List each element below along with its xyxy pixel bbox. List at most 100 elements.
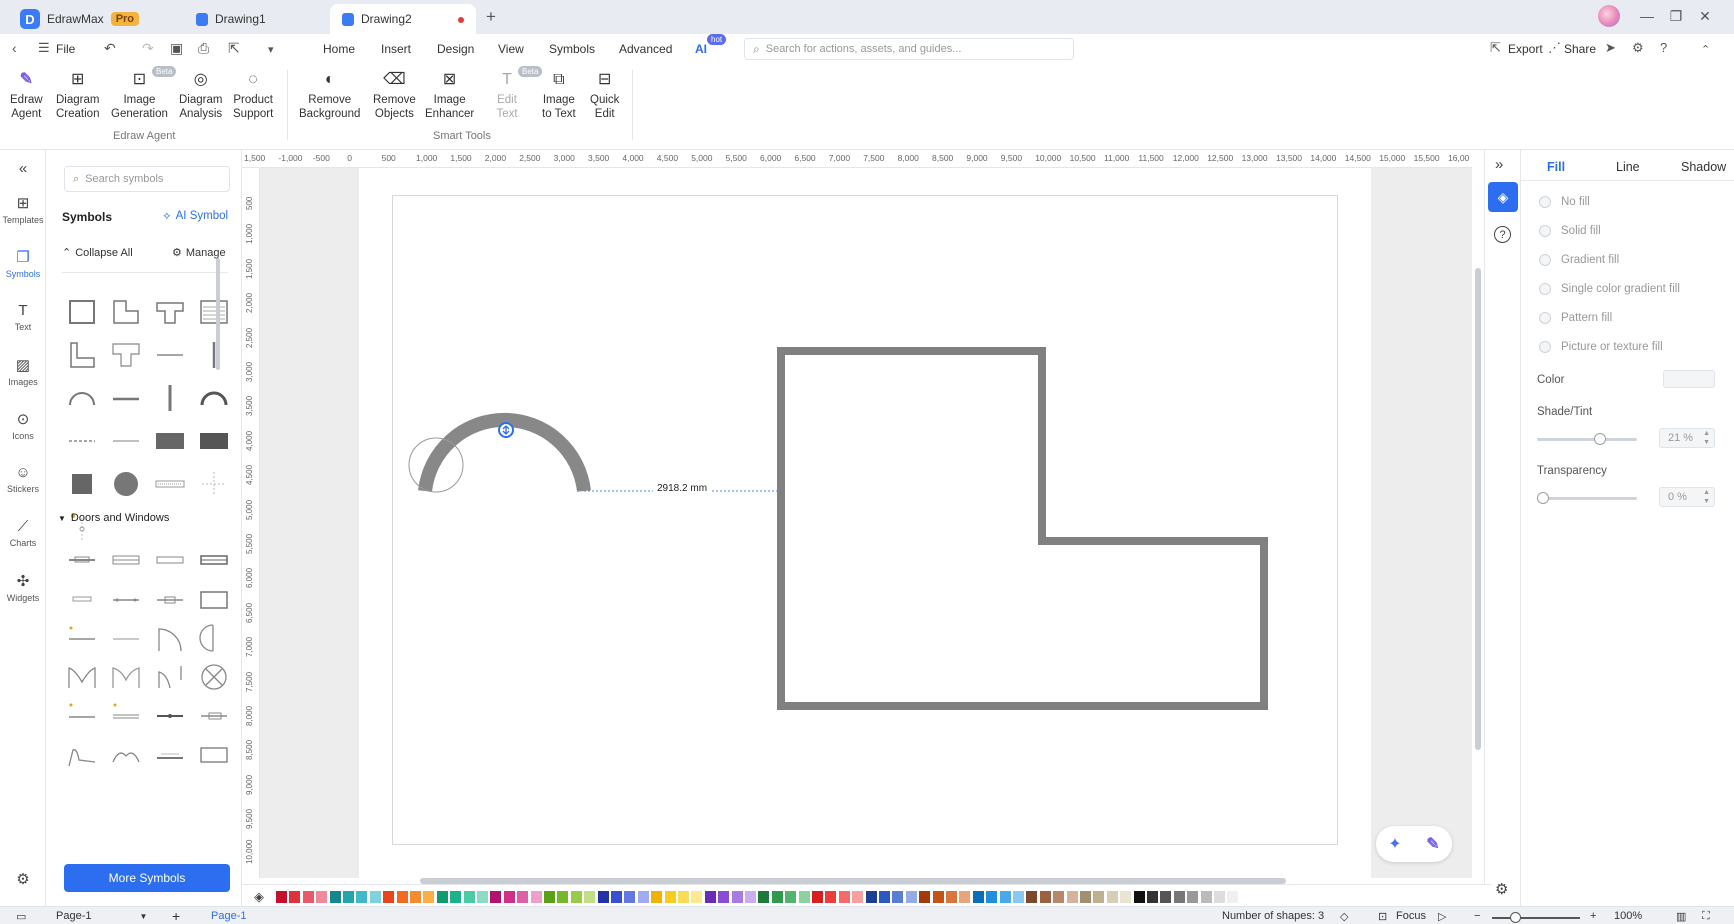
color-swatch[interactable] — [289, 891, 301, 903]
menu-design[interactable]: Design — [437, 42, 474, 56]
symbol-round-window[interactable] — [196, 659, 231, 694]
doors-windows-section-header[interactable]: ▼ Doors and Windows — [58, 512, 169, 524]
drawing-page[interactable]: 2918.2 mm — [359, 168, 1371, 878]
color-swatch[interactable] — [812, 891, 823, 903]
color-swatch[interactable] — [1147, 891, 1158, 903]
send-icon[interactable]: ➤ — [1605, 40, 1616, 56]
app-tab[interactable]: D EdrawMax Pro — [8, 4, 151, 34]
color-swatch[interactable] — [1106, 891, 1118, 903]
symbol-door-2[interactable] — [108, 620, 143, 655]
color-swatch[interactable] — [1214, 891, 1225, 903]
slider-knob[interactable] — [1594, 433, 1606, 445]
customize-toolbar-icon[interactable]: ▾ — [268, 43, 274, 56]
nav-symbols[interactable]: ❐ Symbols — [0, 248, 46, 279]
symbol-door-1[interactable] — [64, 620, 99, 655]
color-swatch[interactable] — [517, 891, 529, 903]
color-swatch[interactable] — [678, 891, 689, 903]
l-shaped-room-wall[interactable] — [777, 347, 1268, 710]
symbol-window-8[interactable] — [196, 581, 231, 616]
color-swatch[interactable] — [530, 891, 542, 903]
collapse-all-button[interactable]: ⌃ Collapse All — [62, 246, 133, 260]
color-swatch[interactable] — [329, 891, 341, 903]
share-icon[interactable]: ⋰ — [1548, 40, 1561, 56]
color-swatch[interactable] — [771, 891, 783, 903]
page-tab[interactable]: Page-1 — [211, 910, 246, 922]
symbol-arch-1[interactable] — [64, 737, 99, 772]
color-swatch[interactable] — [731, 891, 743, 903]
color-swatch[interactable] — [1173, 891, 1185, 903]
symbols-scrollbar[interactable] — [216, 258, 220, 370]
symbol-door-3[interactable] — [152, 620, 187, 655]
symbol-solid-block[interactable] — [152, 423, 187, 458]
color-swatch[interactable] — [838, 891, 850, 903]
zoom-knob[interactable] — [1510, 912, 1521, 923]
color-swatch[interactable] — [905, 891, 917, 903]
focus-button[interactable]: Focus — [1396, 910, 1426, 922]
export-icon[interactable]: ⇱ — [1490, 40, 1501, 56]
nav-charts[interactable]: ⟋ Charts — [0, 518, 46, 548]
color-swatch[interactable] — [718, 891, 730, 903]
nav-images[interactable]: ▨ Images — [0, 356, 46, 387]
tab-shadow[interactable]: Shadow — [1681, 160, 1726, 174]
quick-edit-button[interactable]: ⊟ Quick Edit — [590, 70, 619, 121]
color-swatch[interactable] — [798, 891, 810, 903]
color-swatch[interactable] — [785, 891, 797, 903]
nav-widgets[interactable]: ✣ Widgets — [0, 572, 46, 603]
help-circle-icon[interactable]: ? — [1494, 226, 1511, 243]
nav-text[interactable]: T Text — [0, 302, 46, 332]
color-swatch[interactable] — [1160, 891, 1172, 903]
layers-icon[interactable]: ◇ — [1340, 910, 1348, 923]
color-swatch[interactable] — [932, 891, 944, 903]
color-swatch[interactable] — [302, 891, 314, 903]
menu-advanced[interactable]: Advanced — [619, 42, 672, 56]
restore-icon[interactable]: ❐ — [1665, 6, 1687, 26]
symbol-window-3[interactable] — [152, 542, 187, 577]
no-fill-option[interactable]: No fill — [1539, 196, 1590, 208]
drawing-canvas[interactable]: 2918.2 mm ✦ ✎ — [260, 168, 1472, 878]
export-button[interactable]: Export — [1508, 42, 1543, 56]
color-swatch[interactable] — [570, 891, 582, 903]
symbol-thin-wall[interactable] — [152, 337, 187, 372]
single-color-gradient-option[interactable]: Single color gradient fill — [1539, 283, 1680, 295]
color-swatch[interactable] — [651, 891, 663, 903]
book-view-icon[interactable]: ▥ — [1676, 910, 1686, 923]
pattern-fill-option[interactable]: Pattern fill — [1539, 312, 1612, 324]
color-swatch[interactable] — [1227, 891, 1239, 903]
menu-ai[interactable]: AI — [695, 42, 707, 56]
stepper-arrows-icon[interactable]: ▲ ▼ — [1703, 429, 1710, 447]
shade-tint-slider[interactable] — [1537, 433, 1637, 445]
color-swatch[interactable] — [852, 891, 864, 903]
expand-panel-icon[interactable]: » — [1495, 156, 1503, 173]
color-swatch[interactable] — [879, 891, 890, 903]
image-enhancer-button[interactable]: ⊠ Image Enhancer — [425, 70, 474, 121]
zoom-level[interactable]: 100% — [1614, 910, 1642, 922]
settings-gear-icon[interactable]: ⚙ — [1632, 40, 1644, 56]
more-symbols-button[interactable]: More Symbols — [64, 864, 230, 892]
symbol-dimension[interactable] — [152, 466, 187, 501]
symbol-window-1[interactable] — [64, 542, 99, 577]
product-support-button[interactable]: ◌ Product Support — [233, 70, 273, 121]
color-swatch[interactable] — [664, 891, 676, 903]
color-swatch[interactable] — [919, 891, 931, 903]
symbol-sliding-3[interactable] — [152, 698, 187, 733]
page-selector[interactable]: Page-1 ▼ — [56, 910, 147, 922]
color-swatch[interactable] — [1133, 891, 1145, 903]
nav-icons[interactable]: ⊙ Icons — [0, 410, 46, 441]
fill-format-icon[interactable]: ◈ — [1488, 182, 1518, 212]
hamburger-icon[interactable]: ☰ — [38, 40, 50, 56]
symbol-door-4[interactable] — [196, 620, 231, 655]
color-swatch[interactable] — [704, 891, 716, 903]
picture-fill-option[interactable]: Picture or texture fill — [1539, 341, 1663, 353]
color-swatch[interactable] — [892, 891, 904, 903]
symbol-vertical-wall[interactable] — [196, 337, 231, 372]
save-icon[interactable]: ▣ — [170, 40, 183, 57]
diagram-creation-button[interactable]: ⊞ Diagram Creation — [56, 70, 99, 121]
symbol-vertical-wall-2[interactable] — [152, 380, 187, 415]
color-swatch[interactable] — [825, 891, 837, 903]
color-swatch[interactable] — [584, 891, 596, 903]
color-swatch[interactable] — [1066, 891, 1078, 903]
color-swatch[interactable] — [423, 891, 435, 903]
minimize-icon[interactable]: — — [1636, 6, 1658, 26]
page-view-icon[interactable]: ▭ — [16, 910, 26, 923]
remove-objects-button[interactable]: ⌫ Remove Objects — [373, 70, 416, 121]
